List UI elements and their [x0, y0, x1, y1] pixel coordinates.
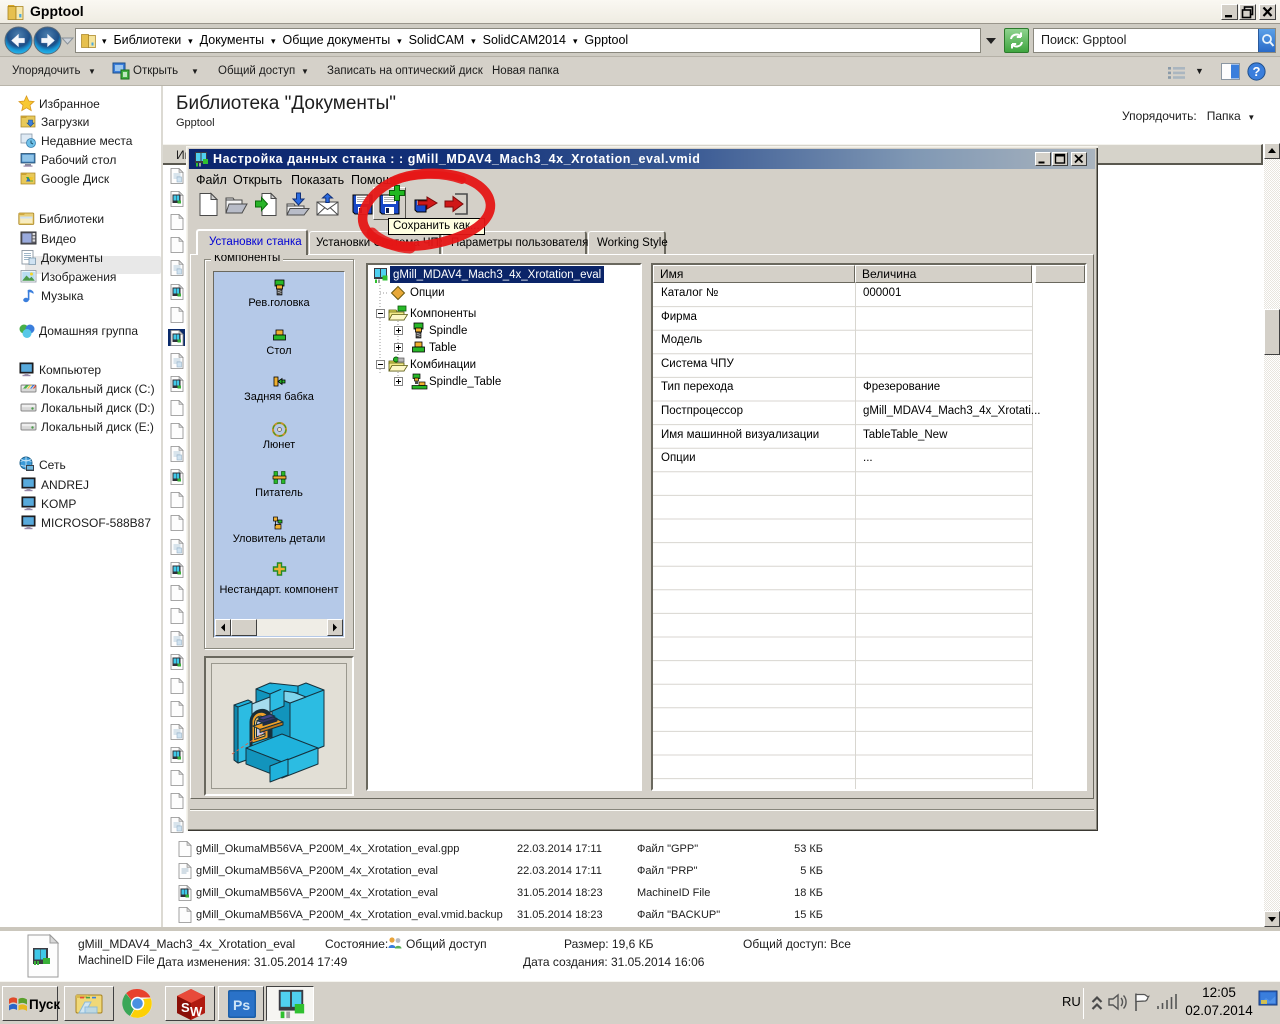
svg-text:W: W — [190, 1004, 203, 1019]
svg-text:Ps: Ps — [233, 997, 250, 1013]
svg-text:S: S — [181, 1000, 190, 1015]
svg-text:?: ? — [1253, 64, 1261, 79]
